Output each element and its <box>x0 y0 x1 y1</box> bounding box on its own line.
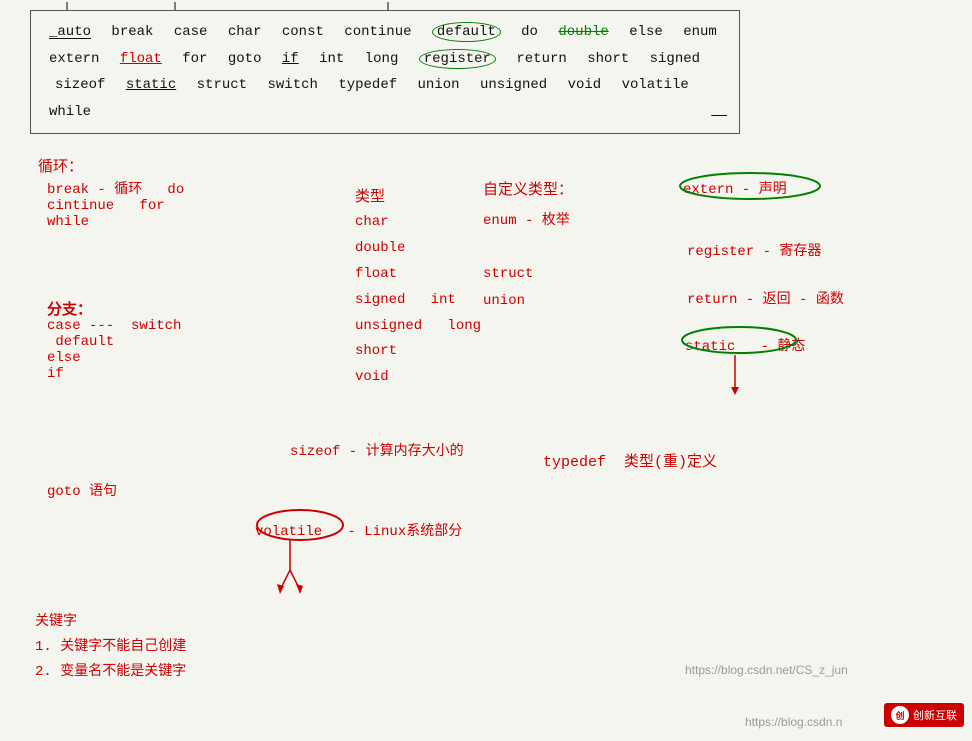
sizeof-label: sizeof - 计算内存大小的 <box>290 440 464 460</box>
custom-type-title: 自定义类型： <box>483 178 573 199</box>
type-title: 类型 <box>355 185 385 206</box>
footer-text: 关键字 1. 关键字不能自己创建 2. 变量名不能是关键字 <box>35 610 186 686</box>
kw-return: return <box>516 51 566 67</box>
kw-switch: switch <box>267 77 317 93</box>
branch-title: 分支： <box>47 298 92 319</box>
kw-short: short <box>587 51 629 67</box>
kw-break: break <box>111 24 153 40</box>
branch-items: case --- switch default else if <box>47 318 181 382</box>
footer-title: 关键字 <box>35 614 77 630</box>
kw-goto: goto <box>228 51 262 67</box>
kw-register: register <box>419 49 496 69</box>
type-items: char double float signed int unsigned lo… <box>355 210 481 391</box>
footer-rule2: 2. 变量名不能是关键字 <box>35 664 186 680</box>
kw-static: static <box>126 77 176 93</box>
csdn-logo: 创 创新互联 <box>884 703 964 727</box>
kw-auto: _auto <box>49 24 91 40</box>
kw-if: if <box>282 51 299 67</box>
static-label: static - 静态 <box>685 335 805 355</box>
return-label: return - 返回 - 函数 <box>687 288 844 308</box>
kw-struct: struct <box>197 77 247 93</box>
volatile-label: volatile - Linux系统部分 <box>255 520 462 540</box>
kw-for: for <box>182 51 207 67</box>
goto-label: goto 语句 <box>47 480 117 500</box>
kw-char: char <box>228 24 262 40</box>
extern-label: extern - 声明 <box>683 178 787 198</box>
register-label: register - 寄存器 <box>687 240 821 260</box>
kw-enum: enum <box>683 24 717 40</box>
kw-volatile: volatile <box>622 77 689 93</box>
kw-union: union <box>418 77 460 93</box>
footer-rule1: 1. 关键字不能自己创建 <box>35 639 186 655</box>
kw-const: const <box>282 24 324 40</box>
watermark-1: https://blog.csdn.net/CS_z_jun <box>685 663 848 677</box>
kw-do: do <box>521 24 538 40</box>
volatile-arrow-svg <box>275 540 305 595</box>
csdn-logo-text: 创新互联 <box>913 707 957 723</box>
kw-signed: signed <box>650 51 700 67</box>
kw-else: else <box>629 24 663 40</box>
kw-while: while <box>49 104 91 120</box>
kw-unsigned: unsigned <box>480 77 547 93</box>
loop-items: break - 循环 docintinue forwhile <box>47 178 184 230</box>
kw-long: long <box>365 51 399 67</box>
kw-int: int <box>319 51 344 67</box>
watermark-2: https://blog.csdn.n <box>745 715 842 729</box>
kw-double: double <box>558 24 608 40</box>
static-arrow-svg <box>725 355 745 395</box>
kw-continue: continue <box>344 24 411 40</box>
kw-float: float <box>120 51 162 67</box>
csdn-logo-icon: 创 <box>891 706 909 724</box>
typedef-label: typedef 类型(重)定义 <box>543 450 717 471</box>
kw-typedef: typedef <box>338 77 397 93</box>
kw-void: void <box>568 77 602 93</box>
kw-extern: extern <box>49 51 99 67</box>
loop-title: 循环： <box>38 155 83 176</box>
custom-type-items: enum - 枚举 struct union <box>483 208 570 314</box>
kw-case: case <box>174 24 208 40</box>
kw-default: default <box>432 22 501 42</box>
kw-sizeof: sizeof <box>55 77 105 93</box>
keyword-box: _auto break case char const continue def… <box>30 10 740 134</box>
